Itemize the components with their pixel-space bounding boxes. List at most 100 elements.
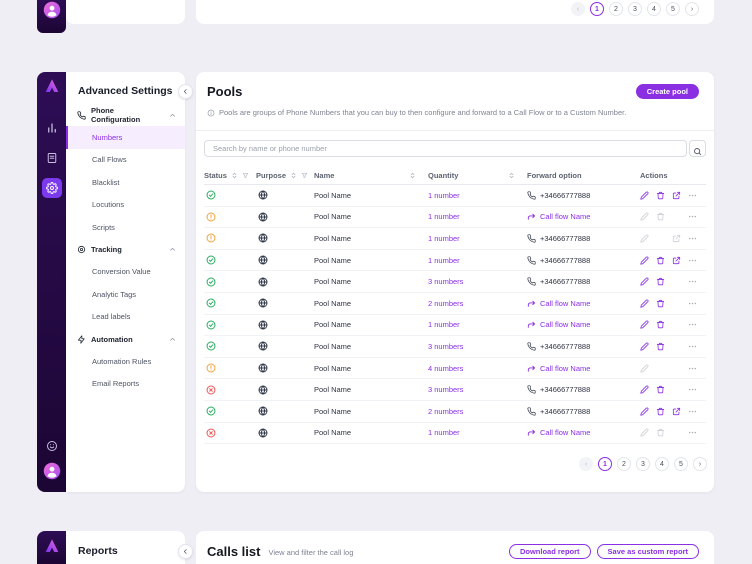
call-flow-link[interactable]: Call flow Name: [540, 320, 590, 329]
quantity-link[interactable]: 3 numbers: [428, 385, 527, 394]
delete-icon[interactable]: [656, 299, 665, 308]
edit-icon[interactable]: [640, 256, 649, 265]
pagination-page-1[interactable]: 1: [598, 457, 612, 471]
quantity-link[interactable]: 1 number: [428, 320, 527, 329]
delete-icon[interactable]: [656, 191, 665, 200]
pagination-prev-button[interactable]: ‹: [579, 457, 593, 471]
avatar[interactable]: [43, 1, 61, 19]
call-flow-link[interactable]: Call flow Name: [540, 428, 590, 437]
pagination-page-2[interactable]: 2: [609, 2, 623, 16]
pagination-prev-button[interactable]: ‹: [571, 2, 585, 16]
pagination-page-4[interactable]: 4: [647, 2, 661, 16]
sort-icon[interactable]: [290, 172, 297, 179]
quantity-link[interactable]: 1 number: [428, 428, 527, 437]
quantity-link[interactable]: 2 numbers: [428, 299, 527, 308]
edit-icon[interactable]: [640, 407, 649, 416]
pagination-next-button[interactable]: ›: [685, 2, 699, 16]
delete-icon[interactable]: [656, 342, 665, 351]
edit-icon[interactable]: [640, 342, 649, 351]
app-logo[interactable]: [44, 78, 60, 94]
settings-icon[interactable]: [42, 178, 62, 198]
more-actions-icon[interactable]: [688, 191, 697, 200]
pagination-page-3[interactable]: 3: [636, 457, 650, 471]
support-icon[interactable]: [46, 440, 58, 452]
pagination-page-1[interactable]: 1: [590, 2, 604, 16]
delete-icon[interactable]: [656, 277, 665, 286]
more-actions-icon[interactable]: [688, 234, 697, 243]
more-actions-icon[interactable]: [688, 407, 697, 416]
share-icon[interactable]: [672, 191, 681, 200]
sidebar-item-lead-labels[interactable]: Lead labels: [66, 306, 185, 328]
sidebar-item-automation-rules[interactable]: Automation Rules: [66, 350, 185, 372]
quantity-link[interactable]: 1 number: [428, 212, 527, 221]
analytics-icon[interactable]: [46, 122, 58, 134]
edit-icon[interactable]: [640, 277, 649, 286]
more-actions-icon[interactable]: [688, 256, 697, 265]
sidebar-item-conversion-value[interactable]: Conversion Value: [66, 261, 185, 283]
quantity-link[interactable]: 3 numbers: [428, 342, 527, 351]
scripts-icon[interactable]: [46, 152, 58, 164]
quantity-link[interactable]: 2 numbers: [428, 407, 527, 416]
pagination-next-button[interactable]: ›: [693, 457, 707, 471]
share-icon[interactable]: [672, 256, 681, 265]
edit-icon[interactable]: [640, 299, 649, 308]
search-button[interactable]: [689, 140, 706, 157]
purpose-cell: [256, 406, 314, 416]
search-input[interactable]: [204, 140, 687, 157]
pagination-page-3[interactable]: 3: [628, 2, 642, 16]
filter-icon[interactable]: [301, 172, 308, 179]
avatar[interactable]: [43, 462, 61, 480]
more-actions-icon[interactable]: [688, 385, 697, 394]
more-actions-icon[interactable]: [688, 299, 697, 308]
edit-icon[interactable]: [640, 385, 649, 394]
collapse-sidebar-button[interactable]: [178, 84, 193, 99]
more-actions-icon[interactable]: [688, 364, 697, 373]
more-actions-icon[interactable]: [688, 342, 697, 351]
sidebar-item-call-flows[interactable]: Call Flows: [66, 149, 185, 171]
edit-icon[interactable]: [640, 320, 649, 329]
sort-icon[interactable]: [231, 172, 238, 179]
nav-section-automation[interactable]: Automation: [66, 328, 185, 350]
more-actions-icon[interactable]: [688, 277, 697, 286]
sidebar-item-numbers[interactable]: Numbers: [66, 126, 185, 148]
call-flow-link[interactable]: Call flow Name: [540, 212, 590, 221]
quantity-link[interactable]: 1 number: [428, 191, 527, 200]
pagination-page-2[interactable]: 2: [617, 457, 631, 471]
delete-icon[interactable]: [656, 320, 665, 329]
sidebar-item-analytic-tags[interactable]: Analytic Tags: [66, 283, 185, 305]
pagination-page-5[interactable]: 5: [674, 457, 688, 471]
pagination-table: ‹ 12345 ›: [196, 457, 707, 471]
download-report-button[interactable]: Download report: [509, 544, 591, 559]
more-actions-icon[interactable]: [688, 320, 697, 329]
collapse-sidebar-button[interactable]: [178, 544, 193, 559]
more-actions-icon[interactable]: [688, 212, 697, 221]
delete-icon[interactable]: [656, 256, 665, 265]
create-pool-button[interactable]: Create pool: [636, 84, 699, 99]
call-flow-link[interactable]: Call flow Name: [540, 364, 590, 373]
nav-section-phone-configuration[interactable]: Phone Configuration: [66, 104, 185, 126]
quantity-link[interactable]: 1 number: [428, 234, 527, 243]
nav-section-tracking[interactable]: Tracking: [66, 238, 185, 260]
sort-icon[interactable]: [508, 172, 515, 179]
pagination-page-4[interactable]: 4: [655, 457, 669, 471]
sort-icon[interactable]: [409, 172, 416, 179]
quantity-link[interactable]: 1 number: [428, 256, 527, 265]
sidebar-item-scripts[interactable]: Scripts: [66, 216, 185, 238]
more-actions-icon[interactable]: [688, 428, 697, 437]
filter-icon[interactable]: [242, 172, 249, 179]
sidebar-item-blacklist[interactable]: Blacklist: [66, 171, 185, 193]
quantity-link[interactable]: 4 numbers: [428, 364, 527, 373]
call-flow-link[interactable]: Call flow Name: [540, 299, 590, 308]
app-logo[interactable]: [44, 538, 60, 554]
sidebar-item-email-reports[interactable]: Email Reports: [66, 373, 185, 395]
purpose-cell: [256, 277, 314, 287]
edit-icon[interactable]: [640, 191, 649, 200]
save-custom-report-button[interactable]: Save as custom report: [597, 544, 699, 559]
delete-icon[interactable]: [656, 407, 665, 416]
sidebar-item-locutions[interactable]: Locutions: [66, 194, 185, 216]
delete-icon[interactable]: [656, 385, 665, 394]
pagination-page-5[interactable]: 5: [666, 2, 680, 16]
share-icon[interactable]: [672, 407, 681, 416]
reports-sidebar: Reports: [66, 531, 185, 564]
quantity-link[interactable]: 3 numbers: [428, 277, 527, 286]
